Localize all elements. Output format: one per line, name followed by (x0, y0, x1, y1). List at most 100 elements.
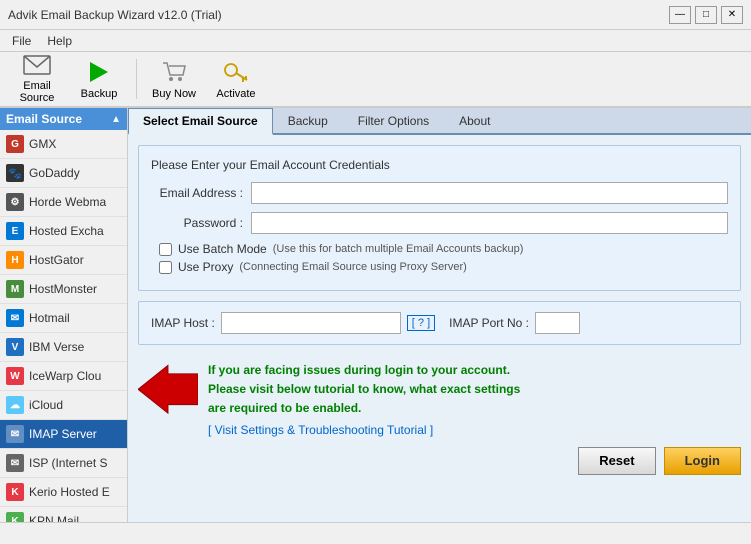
sidebar-item-horde-label: Horde Webma (29, 195, 106, 209)
password-row: Password : (151, 212, 728, 234)
tab-bar: Select Email Source Backup Filter Option… (128, 108, 751, 135)
imap-host-row: IMAP Host : [ ? ] IMAP Port No : 993 (151, 312, 728, 334)
sidebar-item-kerio[interactable]: K Kerio Hosted E (0, 478, 127, 507)
email-row: Email Address : (151, 182, 728, 204)
proxy-label: Use Proxy (178, 260, 233, 274)
toolbar-activate-button[interactable]: Activate (207, 55, 265, 103)
cart-icon (160, 58, 188, 86)
toolbar-backup-button[interactable]: Backup (70, 55, 128, 103)
proxy-row: Use Proxy (Connecting Email Source using… (159, 260, 728, 274)
toolbar-separator (136, 59, 137, 99)
sidebar-scroll-up[interactable]: ▲ (111, 114, 121, 125)
toolbar-email-source-label: Email Source (11, 80, 63, 104)
status-bar (0, 522, 751, 544)
proxy-desc: (Connecting Email Source using Proxy Ser… (239, 261, 466, 273)
sidebar-item-isp[interactable]: ✉ ISP (Internet S (0, 449, 127, 478)
imap-server-icon: ✉ (6, 425, 24, 443)
sidebar-item-hostmonster[interactable]: M HostMonster (0, 275, 127, 304)
sidebar-item-godaddy-label: GoDaddy (29, 166, 80, 180)
troubleshooting-link[interactable]: [ Visit Settings & Troubleshooting Tutor… (208, 423, 433, 437)
sidebar-item-hostgator-label: HostGator (29, 253, 84, 267)
menu-file[interactable]: File (4, 32, 39, 50)
sidebar-item-kpn-mail[interactable]: K KPN Mail (0, 507, 127, 522)
imap-port-input[interactable]: 993 (535, 312, 580, 334)
sidebar-item-horde[interactable]: ⚙ Horde Webma (0, 188, 127, 217)
imap-section: IMAP Host : [ ? ] IMAP Port No : 993 (138, 301, 741, 345)
password-label: Password : (151, 216, 251, 230)
info-area: If you are facing issues during login to… (138, 361, 741, 437)
credentials-form: Please Enter your Email Account Credenti… (138, 145, 741, 291)
tab-about[interactable]: About (444, 108, 505, 135)
tab-backup[interactable]: Backup (273, 108, 343, 135)
action-buttons: Reset Login (138, 447, 741, 475)
sidebar-item-imap-label: IMAP Server (29, 427, 97, 441)
sidebar-item-ibm-verse[interactable]: V IBM Verse (0, 333, 127, 362)
info-main-text: If you are facing issues during login to… (208, 361, 520, 419)
sidebar-item-hostmonster-label: HostMonster (29, 282, 97, 296)
maximize-button[interactable]: □ (695, 6, 717, 24)
sidebar-item-imap-server[interactable]: ✉ IMAP Server (0, 420, 127, 449)
sidebar-item-gmx-label: GMX (29, 137, 56, 151)
ibm-verse-icon: V (6, 338, 24, 356)
sidebar-item-ibm-verse-label: IBM Verse (29, 340, 84, 354)
menu-bar: File Help (0, 30, 751, 52)
toolbar-buy-now-button[interactable]: Buy Now (145, 55, 203, 103)
sidebar-header-label: Email Source (6, 112, 82, 126)
toolbar-activate-label: Activate (216, 88, 255, 100)
email-source-icon (23, 54, 51, 78)
tab-select-email-source[interactable]: Select Email Source (128, 108, 273, 135)
kpn-mail-icon: K (6, 512, 24, 522)
sidebar-item-icloud[interactable]: ☁ iCloud (0, 391, 127, 420)
sidebar-item-hotmail-label: Hotmail (29, 311, 70, 325)
hosted-exchange-icon: E (6, 222, 24, 240)
batch-mode-row: Use Batch Mode (Use this for batch multi… (159, 242, 728, 256)
sidebar-item-hotmail[interactable]: ✉ Hotmail (0, 304, 127, 333)
toolbar-email-source-button[interactable]: Email Source (8, 55, 66, 103)
close-button[interactable]: ✕ (721, 6, 743, 24)
sidebar-item-hosted-exchange-label: Hosted Excha (29, 224, 104, 238)
hostmonster-icon: M (6, 280, 24, 298)
sidebar-item-icewarp-label: IceWarp Clou (29, 369, 101, 383)
arrow-icon (138, 361, 198, 421)
sidebar-item-icewarp[interactable]: W IceWarp Clou (0, 362, 127, 391)
imap-host-input[interactable] (221, 312, 401, 334)
main-layout: Email Source ▲ G GMX 🐾 GoDaddy ⚙ Horde W… (0, 108, 751, 522)
godaddy-icon: 🐾 (6, 164, 24, 182)
toolbar-backup-label: Backup (81, 88, 118, 100)
window-title: Advik Email Backup Wizard v12.0 (Trial) (8, 8, 222, 22)
title-bar: Advik Email Backup Wizard v12.0 (Trial) … (0, 0, 751, 30)
sidebar-item-gmx[interactable]: G GMX (0, 130, 127, 159)
icewarp-icon: W (6, 367, 24, 385)
minimize-button[interactable]: — (669, 6, 691, 24)
gmx-icon: G (6, 135, 24, 153)
hotmail-icon: ✉ (6, 309, 24, 327)
imap-port-label: IMAP Port No : (449, 316, 529, 330)
batch-mode-checkbox[interactable] (159, 243, 172, 256)
email-label: Email Address : (151, 186, 251, 200)
horde-icon: ⚙ (6, 193, 24, 211)
menu-help[interactable]: Help (39, 32, 80, 50)
tab-filter-options[interactable]: Filter Options (343, 108, 444, 135)
reset-button[interactable]: Reset (578, 447, 655, 475)
window-controls: — □ ✕ (669, 6, 743, 24)
imap-host-label: IMAP Host : (151, 316, 215, 330)
toolbar-buy-now-label: Buy Now (152, 88, 196, 100)
login-button[interactable]: Login (664, 447, 741, 475)
email-input[interactable] (251, 182, 728, 204)
sidebar-item-kpn-mail-label: KPN Mail (29, 514, 79, 522)
icloud-icon: ☁ (6, 396, 24, 414)
proxy-checkbox[interactable] (159, 261, 172, 274)
kerio-icon: K (6, 483, 24, 501)
password-input[interactable] (251, 212, 728, 234)
sidebar-item-hosted-exchange[interactable]: E Hosted Excha (0, 217, 127, 246)
sidebar-item-godaddy[interactable]: 🐾 GoDaddy (0, 159, 127, 188)
sidebar-item-hostgator[interactable]: H HostGator (0, 246, 127, 275)
hostgator-icon: H (6, 251, 24, 269)
sidebar-item-isp-label: ISP (Internet S (29, 456, 108, 470)
info-text-block: If you are facing issues during login to… (208, 361, 520, 437)
batch-mode-desc: (Use this for batch multiple Email Accou… (273, 243, 524, 255)
toolbar: Email Source Backup Buy Now (0, 52, 751, 108)
imap-help-button[interactable]: [ ? ] (407, 315, 435, 331)
sidebar-item-icloud-label: iCloud (29, 398, 63, 412)
content-area: Select Email Source Backup Filter Option… (128, 108, 751, 522)
